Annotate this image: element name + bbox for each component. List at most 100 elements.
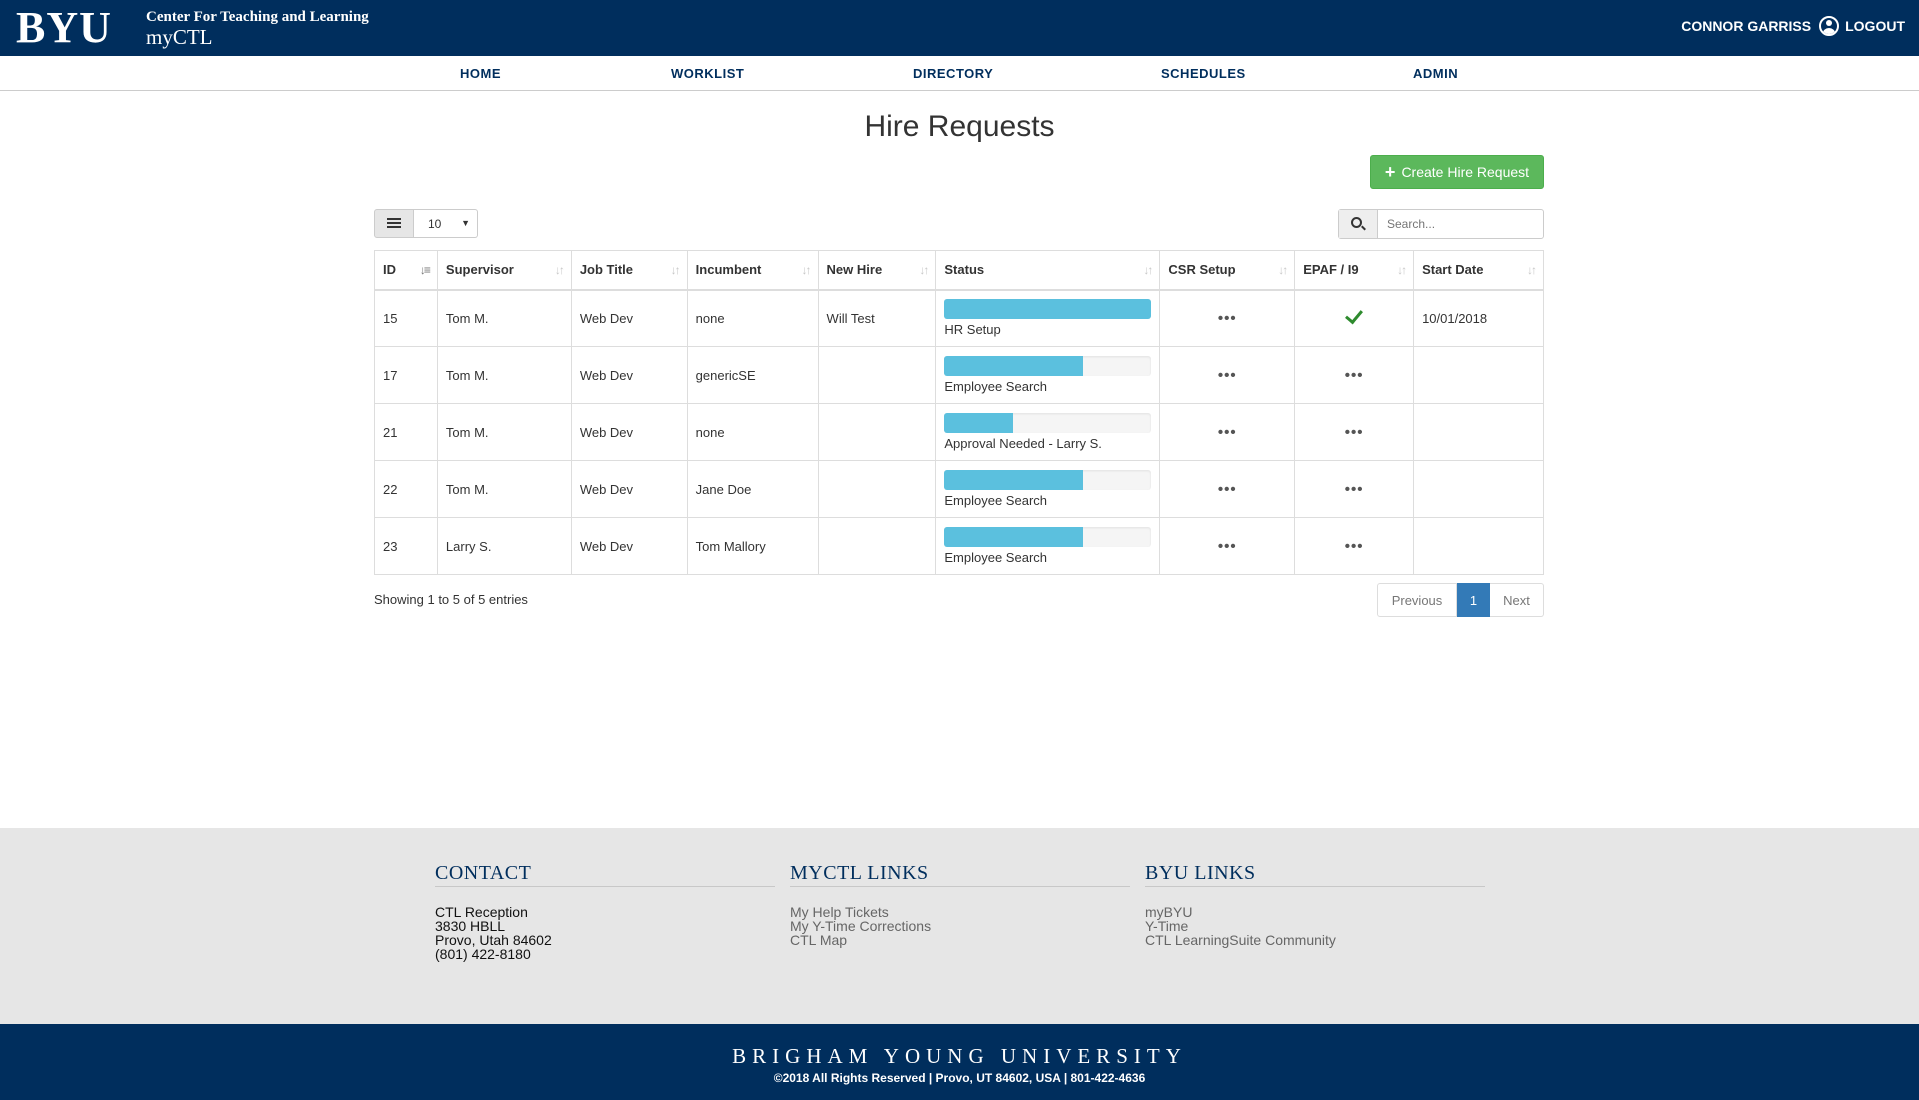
ellipsis-icon[interactable]: ••• xyxy=(1345,367,1364,384)
table-row[interactable]: 23 Larry S. Web Dev Tom Mallory Employee… xyxy=(374,517,1544,575)
university-name: BRIGHAM YOUNG UNIVERSITY xyxy=(732,1044,1187,1068)
table-header-row: ID ↓≡ Supervisor ↓↑ Job Title ↓↑ Incumbent ↓… xyxy=(374,250,1544,291)
cell-status: Employee Search xyxy=(935,517,1161,575)
main-nav: HOME WORKLIST DIRECTORY SCHEDULES ADMIN xyxy=(0,56,1919,91)
cell-supervisor: Larry S. xyxy=(436,517,572,575)
column-toggle-button[interactable] xyxy=(374,209,414,238)
ellipsis-icon[interactable]: ••• xyxy=(1345,424,1364,441)
footer-link[interactable]: Y-Time xyxy=(1145,919,1485,933)
user-area: CONNOR GARRISS LOGOUT xyxy=(1681,16,1905,36)
sort-icon[interactable]: ↓↑ xyxy=(1278,263,1288,277)
nav-directory[interactable]: DIRECTORY xyxy=(913,66,993,81)
col-id[interactable]: ID ↓≡ xyxy=(374,250,438,291)
ellipsis-icon[interactable]: ••• xyxy=(1218,424,1237,441)
nav-worklist[interactable]: WORKLIST xyxy=(671,66,744,81)
cell-csr-setup[interactable]: ••• xyxy=(1159,403,1296,461)
sort-icon[interactable]: ↓↑ xyxy=(1397,263,1407,277)
user-account-icon[interactable] xyxy=(1819,16,1840,36)
create-hire-request-button[interactable]: + Create Hire Request xyxy=(1370,155,1544,189)
cell-start-date xyxy=(1413,403,1544,461)
search-input[interactable] xyxy=(1379,210,1543,238)
site-name[interactable]: myCTL xyxy=(146,26,213,48)
cell-incumbent: none xyxy=(686,403,819,461)
contact-line: (801) 422-8180 xyxy=(435,946,531,962)
ellipsis-icon[interactable]: ••• xyxy=(1218,310,1237,327)
cell-epaf-i9[interactable]: ••• xyxy=(1294,460,1415,518)
page-title: Hire Requests xyxy=(864,110,1055,143)
status-progress-bar xyxy=(944,470,1152,490)
cell-csr-setup[interactable]: ••• xyxy=(1159,346,1296,404)
footer-link[interactable]: CTL LearningSuite Community xyxy=(1145,933,1485,947)
col-status[interactable]: Status ↓↑ xyxy=(935,250,1161,291)
cell-epaf-i9[interactable]: ••• xyxy=(1294,403,1415,461)
sort-icon[interactable]: ↓↑ xyxy=(1143,263,1153,277)
cell-new-hire xyxy=(817,517,937,575)
col-job-title[interactable]: Job Title ↓↑ xyxy=(570,250,688,291)
cell-csr-setup[interactable]: ••• xyxy=(1159,460,1296,518)
col-new-hire-label: New Hire xyxy=(826,262,883,278)
sort-icon[interactable]: ↓↑ xyxy=(1527,263,1537,277)
ellipsis-icon[interactable]: ••• xyxy=(1218,481,1237,498)
ellipsis-icon[interactable]: ••• xyxy=(1218,367,1237,384)
contact-line: Provo, Utah 84602 xyxy=(435,932,552,948)
byu-logo[interactable]: BYU xyxy=(16,6,112,50)
search-button[interactable] xyxy=(1339,210,1378,238)
cell-csr-setup[interactable]: ••• xyxy=(1159,289,1296,347)
cell-start-date xyxy=(1413,517,1544,575)
cell-incumbent: Tom Mallory xyxy=(686,517,819,575)
progress-fill xyxy=(944,299,1152,320)
next-page-button[interactable]: Next xyxy=(1490,583,1544,617)
nav-home[interactable]: HOME xyxy=(460,66,501,81)
footer-myctl-heading: MYCTL LINKS xyxy=(790,862,1130,887)
sort-asc-icon[interactable]: ↓≡ xyxy=(420,263,431,277)
ellipsis-icon[interactable]: ••• xyxy=(1218,538,1237,555)
page-size-select[interactable]: 10 ▼ xyxy=(413,209,478,238)
search-icon xyxy=(1351,217,1362,228)
col-supervisor[interactable]: Supervisor ↓↑ xyxy=(436,250,572,291)
page-size-value: 10 xyxy=(428,217,442,231)
ellipsis-icon[interactable]: ••• xyxy=(1345,481,1364,498)
cell-status: Employee Search xyxy=(935,346,1161,404)
cell-epaf-i9[interactable]: ••• xyxy=(1294,517,1415,575)
create-button-label: Create Hire Request xyxy=(1401,164,1530,180)
sort-icon[interactable]: ↓↑ xyxy=(671,263,681,277)
col-id-label: ID xyxy=(383,262,396,278)
nav-schedules[interactable]: SCHEDULES xyxy=(1161,66,1246,81)
footer-link[interactable]: My Y-Time Corrections xyxy=(790,919,1130,933)
cell-csr-setup[interactable]: ••• xyxy=(1159,517,1296,575)
sort-icon[interactable]: ↓↑ xyxy=(802,263,812,277)
checkmark-icon xyxy=(1345,305,1364,325)
col-epaf-i9[interactable]: EPAF / I9 ↓↑ xyxy=(1294,250,1415,291)
col-start-date-label: Start Date xyxy=(1422,262,1484,278)
table-row[interactable]: 17 Tom M. Web Dev genericSE Employee Sea… xyxy=(374,346,1544,404)
col-new-hire[interactable]: New Hire ↓↑ xyxy=(817,250,937,291)
nav-admin[interactable]: ADMIN xyxy=(1413,66,1458,81)
col-incumbent[interactable]: Incumbent ↓↑ xyxy=(686,250,819,291)
cell-supervisor: Tom M. xyxy=(436,403,572,461)
sort-icon[interactable]: ↓↑ xyxy=(919,263,929,277)
page-1-button[interactable]: 1 xyxy=(1457,583,1490,617)
footer-link[interactable]: myBYU xyxy=(1145,905,1485,919)
status-progress-bar xyxy=(944,413,1152,433)
footer-link[interactable]: My Help Tickets xyxy=(790,905,1130,919)
table-row[interactable]: 15 Tom M. Web Dev none Will Test HR Setu… xyxy=(374,289,1544,347)
logout-link[interactable]: LOGOUT xyxy=(1845,18,1905,34)
cell-job-title: Web Dev xyxy=(570,346,688,404)
cell-epaf-i9[interactable]: ••• xyxy=(1294,346,1415,404)
hire-requests-table: ID ↓≡ Supervisor ↓↑ Job Title ↓↑ Incumbent ↓… xyxy=(374,250,1544,575)
table-row[interactable]: 21 Tom M. Web Dev none Approval Needed -… xyxy=(374,403,1544,461)
footer-link[interactable]: CTL Map xyxy=(790,933,1130,947)
col-job-title-label: Job Title xyxy=(579,262,634,278)
col-start-date[interactable]: Start Date ↓↑ xyxy=(1413,250,1544,291)
footer-contact: CONTACT CTL Reception 3830 HBLL Provo, U… xyxy=(435,862,775,961)
previous-page-button[interactable]: Previous xyxy=(1377,583,1457,617)
col-csr-setup[interactable]: CSR Setup ↓↑ xyxy=(1159,250,1296,291)
ellipsis-icon[interactable]: ••• xyxy=(1345,538,1364,555)
sort-icon[interactable]: ↓↑ xyxy=(555,263,565,277)
table-row[interactable]: 22 Tom M. Web Dev Jane Doe Employee Sear… xyxy=(374,460,1544,518)
cell-supervisor: Tom M. xyxy=(436,346,572,404)
cell-status: Approval Needed - Larry S. xyxy=(935,403,1161,461)
cell-new-hire xyxy=(817,346,937,404)
user-name[interactable]: CONNOR GARRISS xyxy=(1681,18,1811,34)
plus-icon: + xyxy=(1384,162,1396,182)
